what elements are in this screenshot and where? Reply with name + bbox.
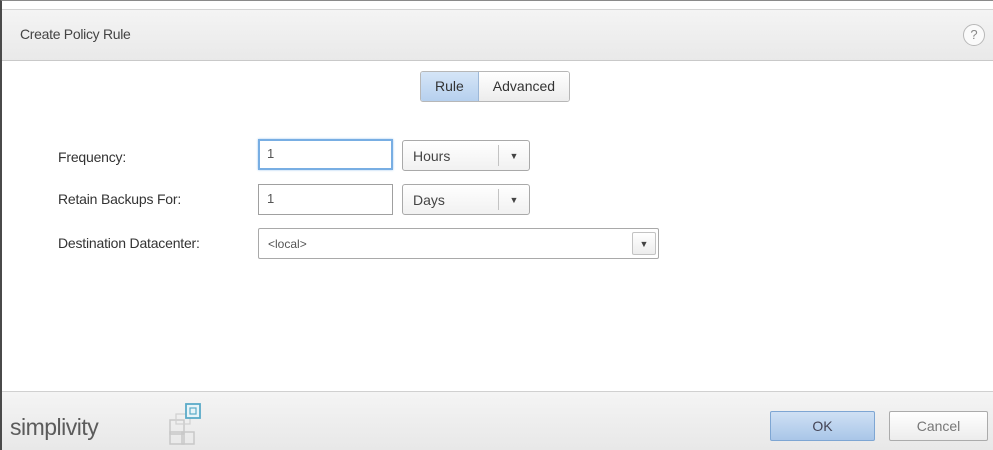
- help-icon[interactable]: ?: [963, 24, 985, 46]
- destination-datacenter-select[interactable]: <local> ▼: [258, 228, 659, 259]
- tab-bar: Rule Advanced: [420, 71, 571, 102]
- ok-button[interactable]: OK: [770, 411, 875, 441]
- retain-backups-value: 1: [267, 191, 275, 206]
- dialog-title: Create Policy Rule: [20, 26, 131, 42]
- dialog-footer: simplivity OK Cancel: [2, 391, 993, 450]
- chevron-down-icon: ▼: [498, 189, 529, 210]
- chevron-down-icon: ▼: [498, 145, 529, 166]
- tab-advanced[interactable]: Advanced: [478, 72, 570, 101]
- dialog-titlebar: Create Policy Rule ?: [2, 9, 993, 61]
- frequency-input[interactable]: 1: [258, 139, 393, 170]
- cancel-button[interactable]: Cancel: [889, 411, 988, 441]
- retain-unit-select[interactable]: Days ▼: [402, 184, 530, 215]
- logo-wordmark: simplivity: [10, 414, 99, 440]
- retain-backups-label: Retain Backups For:: [58, 191, 182, 207]
- frequency-unit-value: Hours: [413, 148, 451, 164]
- frequency-value: 1: [267, 146, 275, 161]
- retain-backups-input[interactable]: 1: [258, 184, 393, 215]
- chevron-down-icon: ▼: [632, 232, 656, 255]
- frequency-unit-select[interactable]: Hours ▼: [402, 140, 530, 171]
- destination-datacenter-label: Destination Datacenter:: [58, 235, 200, 251]
- destination-datacenter-value: <local>: [268, 237, 307, 251]
- tab-rule[interactable]: Rule: [421, 72, 479, 101]
- retain-unit-value: Days: [413, 192, 445, 208]
- frequency-label: Frequency:: [58, 149, 127, 165]
- create-policy-rule-dialog: Create Policy Rule ? Rule Advanced Frequ…: [0, 0, 993, 450]
- cube-logo-icon: [169, 403, 201, 445]
